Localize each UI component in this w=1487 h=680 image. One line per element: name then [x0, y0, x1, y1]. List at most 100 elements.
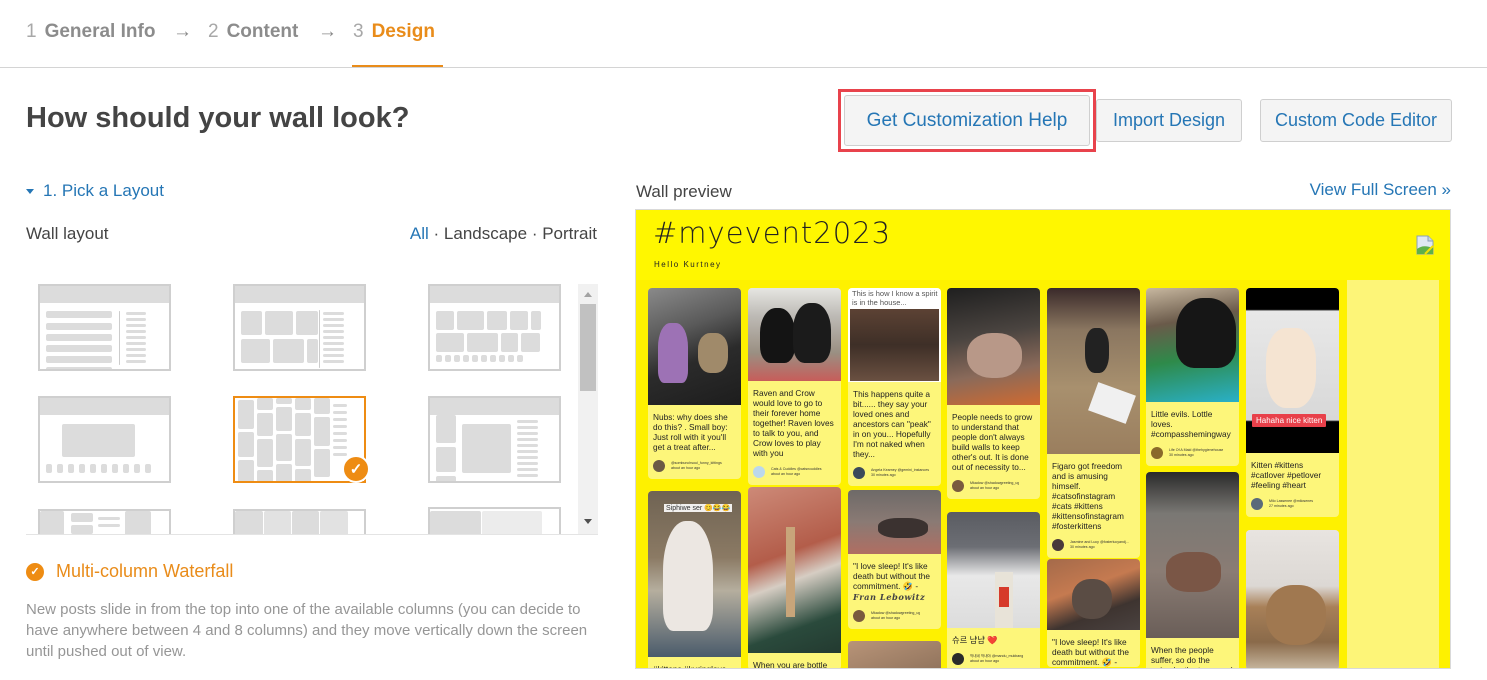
layout-thumb-tile-grid-with-strip[interactable]: [428, 284, 561, 371]
post-text: This happens quite a bit...... they say …: [853, 389, 931, 459]
wall-preview-label: Wall preview: [636, 182, 732, 201]
step-general-info[interactable]: 1 General Info: [26, 21, 155, 43]
post-meta: Mkadow @shadowgreeting_ug about an hour a…: [947, 472, 1040, 499]
wall-title: #myevent2023: [653, 216, 892, 250]
post-meta: Life Of A Maid @thehygienehouse 30 minute…: [1146, 439, 1239, 466]
step-label: Design: [371, 21, 435, 42]
post-card[interactable]: When you are bottle: [748, 487, 841, 669]
post-card[interactable]: Little evils. Lottle loves. #compasshemi…: [1146, 288, 1239, 466]
wall-posts-area: Nubs: why does she do this? . Small boy:…: [636, 280, 1450, 669]
pick-layout-toggle[interactable]: 1. Pick a Layout: [26, 181, 164, 201]
filter-portrait[interactable]: Portrait: [542, 224, 597, 243]
scroll-up-arrow-icon[interactable]: [584, 292, 592, 297]
layout-thumb-tiles-with-sidebar[interactable]: [233, 284, 366, 371]
post-card[interactable]: "I love sleep! It's like death but witho…: [1047, 559, 1140, 667]
post-meta: Angela Kearney @gemini_instances 30 minut…: [848, 459, 941, 486]
post-card[interactable]: People needs to grow to understand that …: [947, 288, 1040, 499]
post-author: Cats & Cuddles @catsncuddles about an hou…: [771, 467, 822, 476]
post-card[interactable]: Siphiwe ser 😊😂😂 #kittens #kuringlove: [648, 491, 741, 669]
post-meta: 막내네 막내야 @mandu_mukbang about an hour ago: [947, 645, 1040, 668]
page-title: How should your wall look?: [26, 102, 410, 134]
step-label: General Info: [44, 21, 156, 42]
post-image: This is how I know a spirit is in the ho…: [848, 288, 941, 382]
broken-image-icon: [1416, 235, 1434, 255]
post-text: 슈르 냠냠 ❤️: [952, 635, 998, 645]
post-text: Nubs: why does she do this? . Small boy:…: [653, 412, 728, 452]
post-text: Kitten #kittens #catlover #petlover #fee…: [1251, 460, 1322, 490]
step-content[interactable]: 2 Content: [208, 21, 298, 43]
step-design[interactable]: 3 Design: [353, 21, 435, 43]
step-number: 1: [26, 21, 37, 42]
post-card[interactable]: [1246, 530, 1339, 668]
import-design-button[interactable]: Import Design: [1096, 99, 1242, 142]
post-text: "I love sleep! It's like death but witho…: [853, 561, 931, 591]
post-card[interactable]: Hahaha nice kitten Kitten #kittens #catl…: [1246, 288, 1339, 517]
view-full-screen-link[interactable]: View Full Screen »: [1310, 180, 1451, 200]
post-image: [848, 490, 941, 554]
post-card[interactable]: This is how I know a spirit is in the ho…: [848, 288, 941, 486]
step-arrow-icon: →: [173, 21, 192, 42]
post-card[interactable]: When the people suffer, so do the animal…: [1146, 472, 1239, 668]
avatar: [853, 467, 865, 479]
post-card[interactable]: Figaro got freedom and is amusing himsel…: [1047, 288, 1140, 558]
layout-thumb-column-layout[interactable]: [233, 509, 366, 534]
filter-all[interactable]: All: [410, 224, 429, 243]
step-number: 3: [353, 21, 364, 42]
scrollbar-thumb[interactable]: [580, 304, 596, 391]
layout-thumb-two-panel-layout[interactable]: [428, 507, 561, 534]
pick-layout-label: 1. Pick a Layout: [43, 181, 164, 200]
quote-author: Fran Lebowitz: [853, 592, 926, 602]
step-label: Content: [226, 21, 299, 42]
post-card[interactable]: Nubs: why does she do this? . Small boy:…: [648, 288, 741, 479]
image-caption: Siphiwe ser 😊😂😂: [664, 504, 733, 512]
post-author: Mkadow @shadowgreeting_ug about an hour a…: [970, 481, 1020, 490]
avatar: [1151, 447, 1163, 459]
layout-grid-scrollbar[interactable]: [578, 284, 598, 534]
layout-thumbnail-grid: [26, 284, 580, 534]
wizard-stepper: 1 General Info → 2 Content → 3 Design: [0, 0, 1487, 68]
custom-code-editor-button[interactable]: Custom Code Editor: [1260, 99, 1452, 142]
post-author: Life Of A Maid @thehygienehouse 30 minute…: [1169, 448, 1224, 457]
post-image: [1047, 559, 1140, 630]
layout-thumb-spotlight-with-columns[interactable]: [428, 396, 561, 483]
post-card[interactable]: [848, 641, 941, 668]
wall-layout-label: Wall layout: [26, 224, 109, 243]
post-image: [1146, 472, 1239, 638]
filter-separator: ·: [428, 224, 444, 243]
post-card[interactable]: Raven and Crow would love to go to their…: [748, 288, 841, 485]
post-image: [648, 288, 741, 405]
post-author: Milo Lassenee @milosenes 27 minutes ago: [1269, 499, 1313, 508]
post-image: [1246, 530, 1339, 668]
post-image: Hahaha nice kitten: [1246, 288, 1339, 453]
active-step-indicator: [352, 65, 443, 67]
post-meta: Mkadow @shadowgreeting_ug about an hour a…: [848, 602, 941, 629]
selected-check-icon: ✓: [342, 455, 370, 483]
caret-down-icon: [26, 188, 34, 194]
layout-thumb-spotlight-with-strip[interactable]: [38, 396, 171, 483]
avatar: [653, 460, 665, 472]
post-text: Raven and Crow would love to go to their…: [753, 388, 834, 458]
post-image: Siphiwe ser 😊😂😂: [648, 491, 741, 657]
scroll-down-arrow-icon[interactable]: [584, 519, 592, 524]
post-text: #kittens #kuringlove: [653, 664, 727, 669]
wall-preview: #myevent2023 Hello Kurtney Nubs: why doe…: [635, 209, 1451, 669]
selected-layout-title: ✓ Multi-column Waterfall: [26, 561, 233, 582]
post-card[interactable]: "I love sleep! It's like death but witho…: [848, 490, 941, 629]
selected-layout-description: New posts slide in from the top into one…: [26, 601, 588, 660]
post-author: Jasmine and Lucy @fosterlucyandj... 30 mi…: [1070, 540, 1129, 549]
post-text: When the people suffer, so do the animal…: [1151, 645, 1233, 668]
post-text: When you are bottle: [753, 660, 828, 669]
layout-thumb-split-layout[interactable]: [38, 509, 171, 534]
filter-landscape[interactable]: Landscape: [444, 224, 527, 243]
layout-filter: All · Landscape · Portrait: [410, 224, 597, 244]
post-text: People needs to grow to understand that …: [952, 412, 1033, 472]
post-card[interactable]: 슈르 냠냠 ❤️ 막내네 막내야 @mandu_mukbang about an …: [947, 512, 1040, 668]
post-author: 막내네 막내야 @mandu_mukbang about an hour ago: [970, 654, 1024, 663]
avatar: [1052, 539, 1064, 551]
get-customization-help-button[interactable]: Get Customization Help: [844, 95, 1090, 146]
layout-thumb-list-with-sidebar[interactable]: [38, 284, 171, 371]
wall-subtitle: Hello Kurtney: [654, 260, 722, 269]
avatar: [952, 480, 964, 492]
step-arrow-icon: →: [318, 21, 337, 42]
post-image: [1047, 288, 1140, 454]
